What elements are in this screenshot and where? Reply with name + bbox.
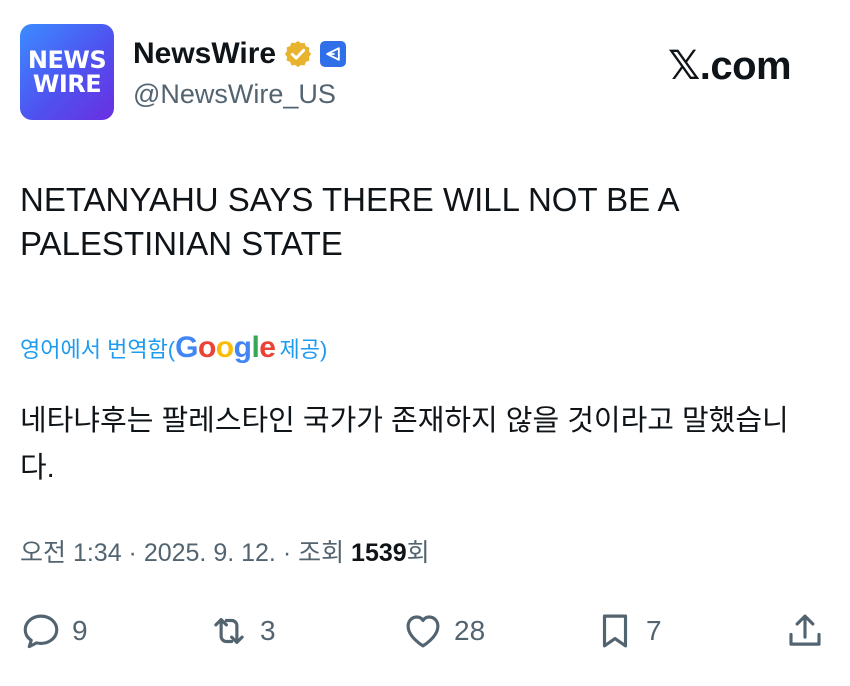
reply-button[interactable]: 9 xyxy=(20,606,88,656)
google-logo: Google xyxy=(175,330,276,366)
avatar-text-line-1: NEWS xyxy=(27,46,107,74)
account-name[interactable]: NewsWire xyxy=(133,36,276,72)
like-icon xyxy=(406,615,440,648)
view-count-suffix: 회 xyxy=(406,539,430,567)
google-letter: o xyxy=(215,331,234,364)
post-timestamp[interactable]: 오전 1:34 · 2025. 9. 12. · 조회 xyxy=(20,539,351,567)
like-button[interactable]: 28 xyxy=(402,606,485,656)
bookmark-count: 7 xyxy=(646,615,662,646)
affiliate-badge-icon[interactable] xyxy=(320,41,347,67)
reply-icon xyxy=(23,614,59,649)
post-meta: 오전 1:34 · 2025. 9. 12. · 조회 1539회 xyxy=(20,536,430,570)
verified-badge-icon[interactable] xyxy=(283,39,313,69)
share-icon xyxy=(789,614,821,646)
translate-suffix: 제공) xyxy=(279,337,328,362)
reply-count: 9 xyxy=(72,615,88,646)
repost-button[interactable]: 3 xyxy=(208,606,276,656)
avatar[interactable]: NEWS WIRE xyxy=(20,24,114,120)
google-letter: o xyxy=(197,331,216,364)
repost-icon xyxy=(214,618,244,644)
translated-text: 네타냐후는 팔레스타인 국가가 존재하지 않을 것이라고 말했습니다. xyxy=(20,405,789,484)
repost-count: 3 xyxy=(260,615,276,646)
view-count: 1539 xyxy=(351,539,407,567)
avatar-text-line-2: WIRE xyxy=(32,70,102,98)
site-logo: 𝕏.com xyxy=(668,44,792,88)
action-bar: 9 3 28 7 xyxy=(0,606,850,656)
translation-attribution[interactable]: 영어에서 번역함( Google 제공) xyxy=(20,330,327,368)
bookmark-button[interactable]: 7 xyxy=(594,606,662,656)
like-count: 28 xyxy=(454,615,486,646)
google-letter: g xyxy=(233,331,252,364)
translate-prefix: 영어에서 번역함( xyxy=(20,337,176,362)
google-letter: e xyxy=(259,331,276,364)
account-name-row: NewsWire xyxy=(133,36,347,72)
share-button[interactable] xyxy=(784,606,826,656)
post-text: NETANYAHU SAYS THERE WILL NOT BE A PALES… xyxy=(20,181,678,262)
bookmark-icon xyxy=(602,614,628,648)
google-letter: G xyxy=(175,331,198,364)
account-handle[interactable]: @NewsWire_US xyxy=(133,78,336,110)
